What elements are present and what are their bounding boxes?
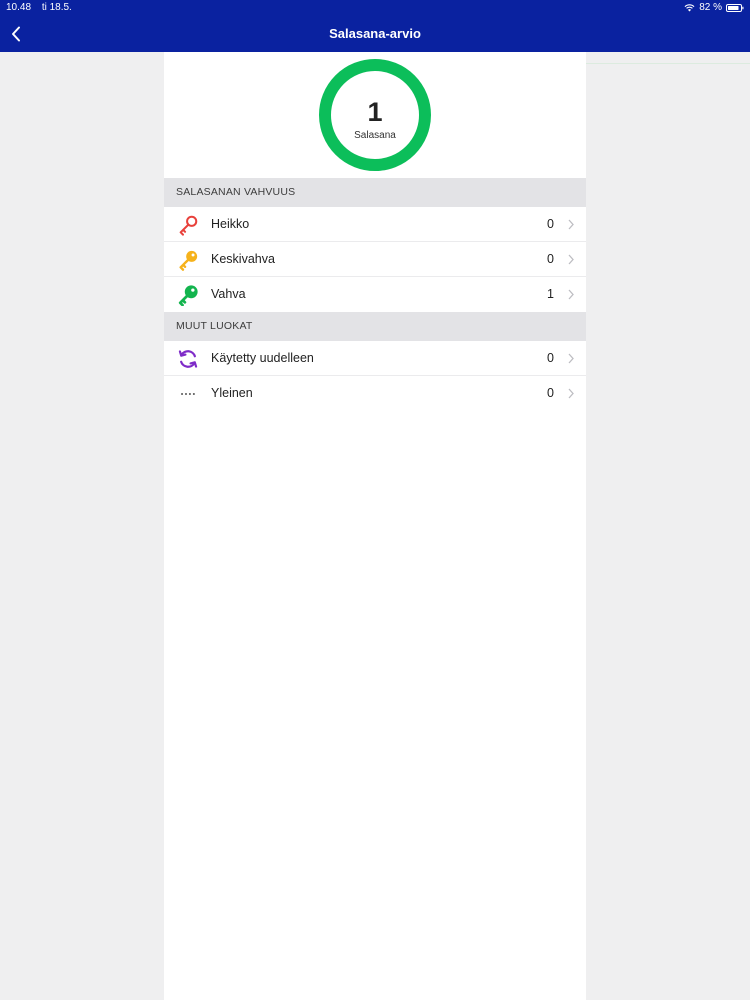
password-count-label: Salasana bbox=[354, 130, 396, 141]
password-ring: 1 Salasana bbox=[318, 58, 432, 172]
status-time: 10.48 bbox=[6, 2, 32, 13]
chevron-right-icon bbox=[568, 219, 574, 230]
row-label: Yleinen bbox=[211, 386, 253, 400]
row-count: 0 bbox=[547, 252, 554, 266]
asterisks-icon bbox=[176, 382, 199, 405]
section-header-strength: SALASANAN VAHVUUS bbox=[164, 178, 586, 207]
row-count: 0 bbox=[547, 386, 554, 400]
row-count: 1 bbox=[547, 287, 554, 301]
status-right: 82 % bbox=[684, 0, 744, 16]
divider bbox=[586, 63, 750, 64]
status-left: 10.48 ti 18.5. bbox=[6, 0, 80, 16]
row-label: Käytetty uudelleen bbox=[211, 351, 314, 365]
password-summary: 1 Salasana bbox=[164, 52, 586, 178]
row-reused[interactable]: Käytetty uudelleen 0 bbox=[164, 341, 586, 376]
green-key-icon bbox=[176, 283, 199, 306]
row-label: Heikko bbox=[211, 217, 250, 231]
status-date: ti 18.5. bbox=[41, 2, 72, 13]
chevron-right-icon bbox=[568, 353, 574, 364]
back-button[interactable] bbox=[4, 20, 28, 48]
row-medium[interactable]: Keskivahva 0 bbox=[164, 242, 586, 277]
nav-bar: Salasana-arvio bbox=[0, 16, 750, 52]
section-header-other: MUUT LUOKAT bbox=[164, 312, 586, 341]
password-count: 1 bbox=[367, 97, 383, 127]
yellow-key-icon bbox=[176, 248, 199, 271]
row-strong[interactable]: Vahva 1 bbox=[164, 277, 586, 312]
wifi-icon bbox=[684, 4, 695, 12]
battery-percent: 82 % bbox=[699, 2, 722, 13]
battery-icon bbox=[726, 4, 744, 12]
chevron-right-icon bbox=[568, 388, 574, 399]
refresh-icon bbox=[176, 347, 199, 370]
row-label: Vahva bbox=[211, 287, 246, 301]
chevron-right-icon bbox=[568, 254, 574, 265]
row-weak[interactable]: Heikko 0 bbox=[164, 207, 586, 242]
chevron-left-icon bbox=[12, 26, 20, 42]
red-key-icon bbox=[176, 213, 199, 236]
row-count: 0 bbox=[547, 351, 554, 365]
row-common[interactable]: Yleinen 0 bbox=[164, 376, 586, 411]
row-label: Keskivahva bbox=[211, 252, 275, 266]
app-header: 10.48 ti 18.5. 82 % Salasana-arvio bbox=[0, 0, 750, 52]
chevron-right-icon bbox=[568, 289, 574, 300]
password-report-panel: 1 Salasana SALASANAN VAHVUUS Heikko 0 Ke… bbox=[164, 52, 586, 1000]
row-count: 0 bbox=[547, 217, 554, 231]
page-title: Salasana-arvio bbox=[329, 26, 421, 41]
status-bar: 10.48 ti 18.5. 82 % bbox=[0, 0, 750, 16]
